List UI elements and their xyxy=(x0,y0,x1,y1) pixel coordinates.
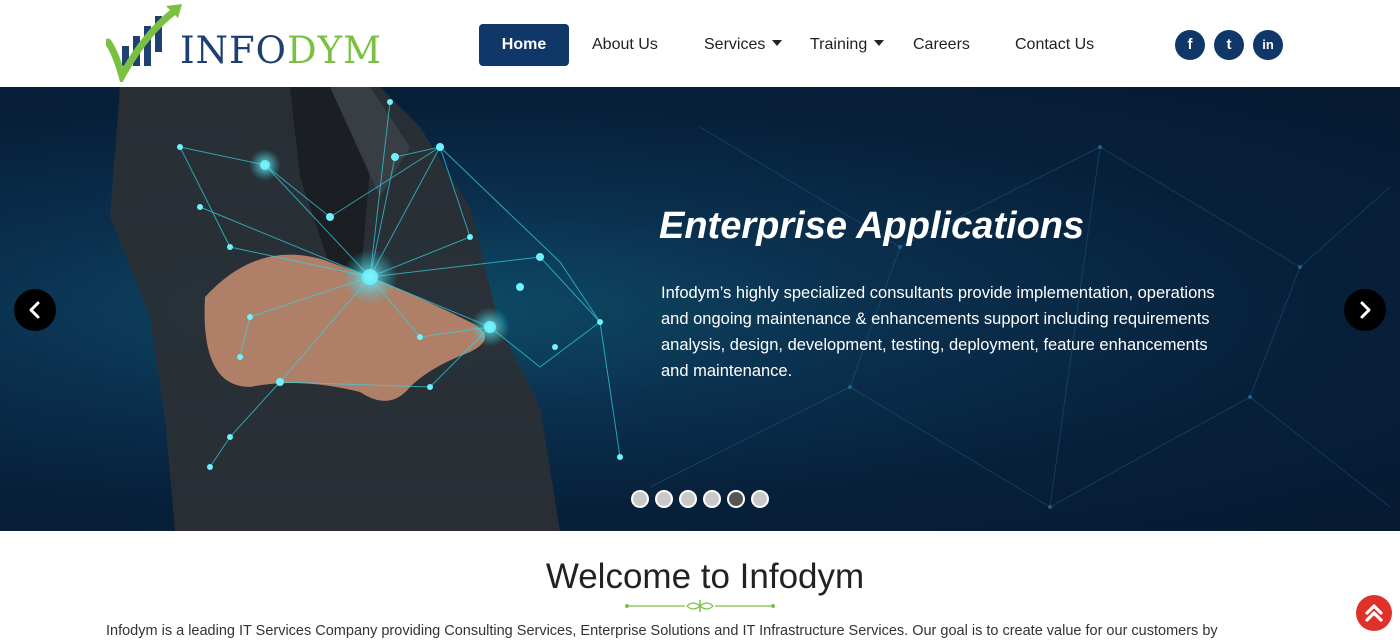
nav-contact[interactable]: Contact Us xyxy=(1015,24,1094,66)
chevron-left-icon xyxy=(29,301,40,319)
slider-dot-4[interactable] xyxy=(703,490,721,508)
welcome-heading: Welcome to Infodym xyxy=(545,557,865,596)
scroll-to-top-button[interactable] xyxy=(1356,595,1392,631)
nav-home[interactable]: Home xyxy=(479,24,569,66)
nav-services[interactable]: Services xyxy=(704,24,783,66)
slider-dot-6[interactable] xyxy=(751,490,769,508)
hero-description: Infodym’s highly specialized consultants… xyxy=(661,284,1215,380)
hero-slider: Enterprise Applications Infodym’s highly… xyxy=(0,87,1400,531)
nav-services-label: Services xyxy=(704,36,766,53)
slider-prev-button[interactable] xyxy=(14,289,56,331)
twitter-icon[interactable]: t xyxy=(1214,30,1244,60)
slider-dot-5[interactable] xyxy=(727,490,745,508)
chevron-right-icon xyxy=(1360,301,1371,319)
hero-title: Enterprise Applications xyxy=(659,205,1085,247)
ornament-divider-icon xyxy=(625,600,775,612)
slider-dot-1[interactable] xyxy=(631,490,649,508)
linkedin-icon[interactable]: in xyxy=(1253,30,1283,60)
slider-next-button[interactable] xyxy=(1344,289,1386,331)
slider-dot-3[interactable] xyxy=(679,490,697,508)
facebook-icon[interactable]: f xyxy=(1175,30,1205,60)
caret-down-icon xyxy=(772,39,783,46)
slider-dot-2[interactable] xyxy=(655,490,673,508)
logo-chart-icon xyxy=(106,4,182,82)
logo-wordmark: INFODYM xyxy=(180,29,382,72)
double-chevron-up-icon xyxy=(1365,604,1383,622)
nav-training-label: Training xyxy=(810,36,868,53)
welcome-intro-text: Infodym is a leading IT Services Company… xyxy=(106,623,1218,639)
infodym-logo[interactable]: INFODYM xyxy=(106,2,381,82)
nav-about[interactable]: About Us xyxy=(592,24,658,66)
site-header: INFODYM Home About Us Services Training … xyxy=(0,0,1400,87)
nav-careers[interactable]: Careers xyxy=(913,24,970,66)
nav-training[interactable]: Training xyxy=(810,24,885,66)
caret-down-icon xyxy=(874,39,885,46)
